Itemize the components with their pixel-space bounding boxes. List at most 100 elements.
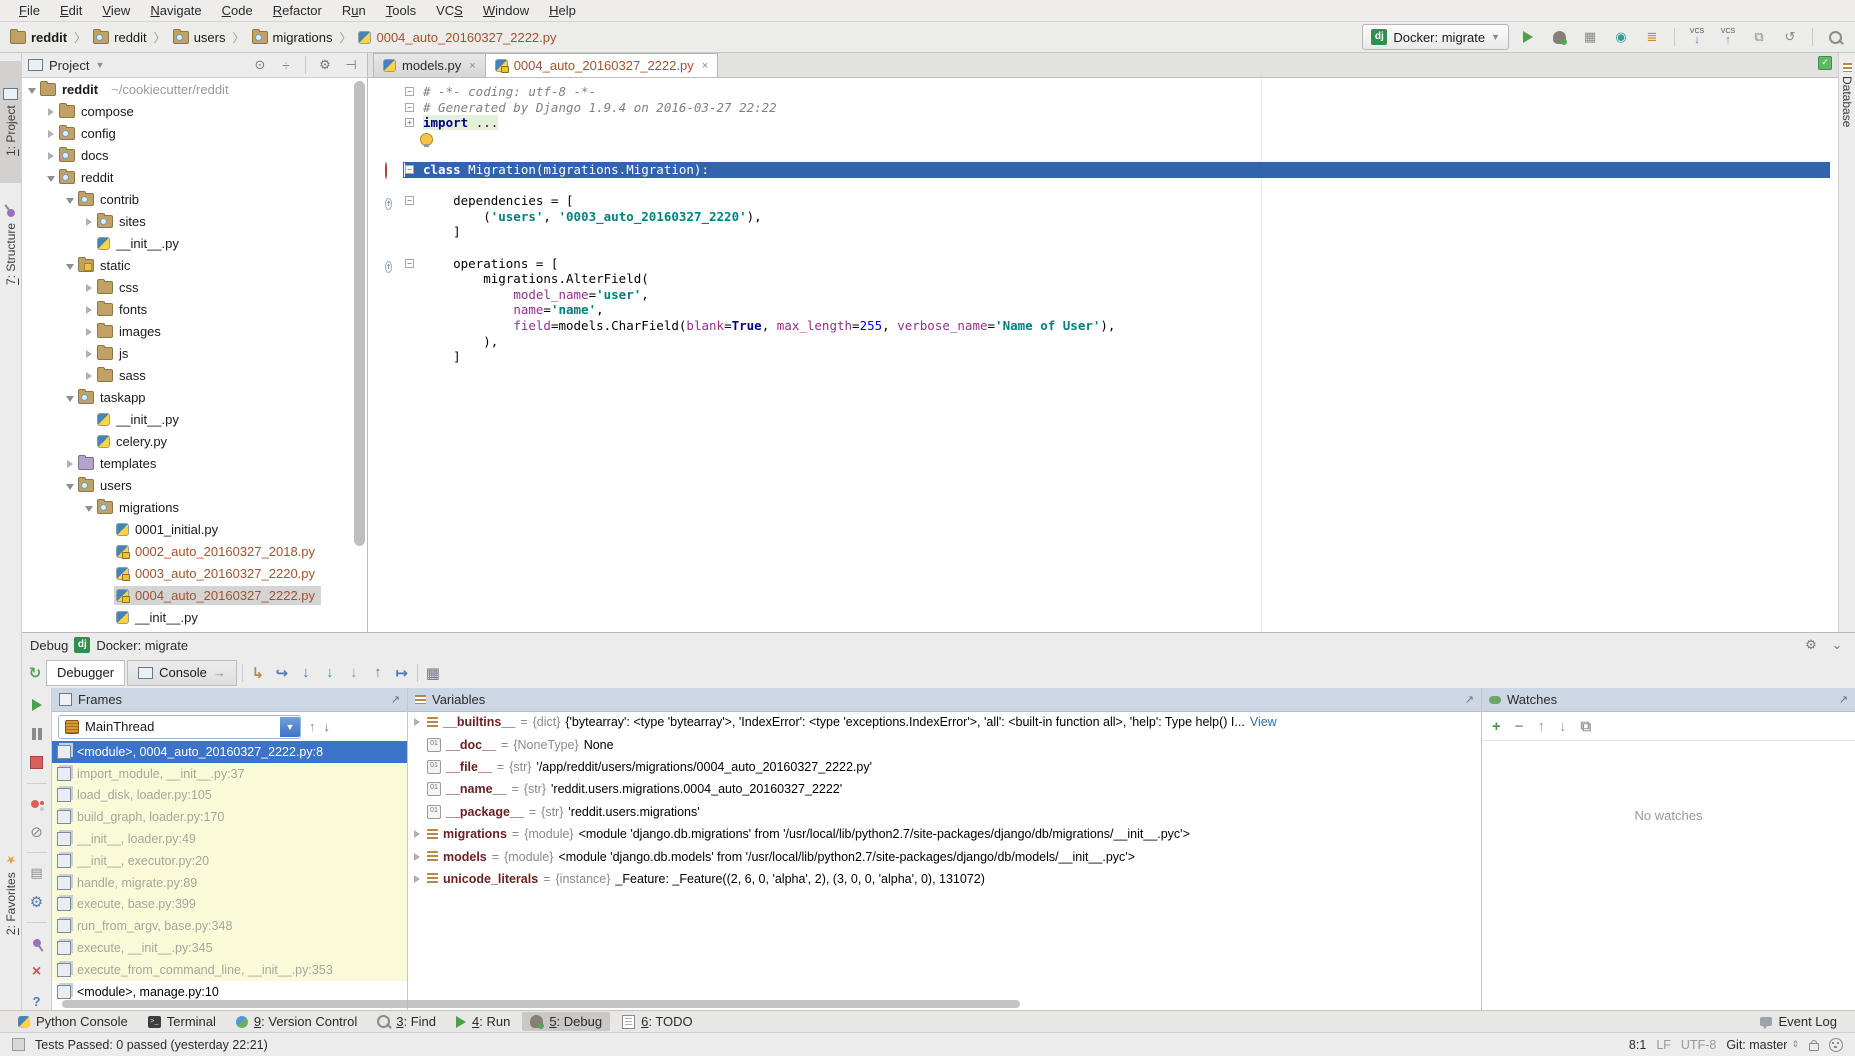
search-everywhere-icon[interactable] (1823, 26, 1847, 48)
tool-window-tab-favorites[interactable]: 2: Favorites★ (0, 823, 22, 965)
settings-icon[interactable]: ⚙ (28, 893, 46, 911)
push-icon[interactable]: ⧉ (1747, 26, 1771, 48)
float-panel-icon[interactable]: ↗ (1839, 693, 1848, 706)
pin-icon[interactable] (28, 934, 46, 952)
tree-row[interactable]: compose (22, 100, 353, 122)
close-tab-icon[interactable]: × (702, 60, 708, 72)
fold-marker-icon[interactable]: − (405, 196, 414, 205)
tree-row[interactable]: 0003_auto_20160327_2220.py (22, 562, 353, 584)
collapsed-arrow-icon[interactable] (86, 328, 92, 336)
tree-row[interactable]: reddit~/cookiecutter/reddit (22, 78, 353, 100)
collapsed-arrow-icon[interactable] (48, 108, 54, 116)
chevron-down-icon[interactable]: ▼ (95, 60, 104, 70)
toolwindow-toggle-icon[interactable] (12, 1038, 25, 1051)
close-icon[interactable]: × (28, 963, 46, 981)
frame-row[interactable]: <module>, manage.py:10 (52, 981, 407, 1000)
highlighting-level-icon[interactable] (1829, 1038, 1843, 1052)
frame-row[interactable]: execute, base.py:399 (52, 894, 407, 916)
code-line[interactable] (368, 178, 1838, 194)
step-into-my-code-icon[interactable]: ↓ (318, 661, 342, 685)
git-branch-indicator[interactable]: Git: master⇕ (1726, 1038, 1799, 1052)
fold-marker-icon[interactable]: − (405, 259, 414, 268)
tree-row[interactable]: celery.py (22, 430, 353, 452)
tree-row[interactable]: 0001_initial.py (22, 518, 353, 540)
collapsed-arrow-icon[interactable] (86, 284, 92, 292)
menu-item-edit[interactable]: Edit (51, 1, 91, 20)
fold-marker-icon[interactable]: − (405, 87, 414, 96)
pause-icon[interactable] (28, 725, 46, 743)
toolwindow-button-6-todo[interactable]: 6: TODO (614, 1012, 701, 1031)
resume-icon[interactable] (28, 696, 46, 714)
show-execution-point-icon[interactable]: ↳ (246, 661, 270, 685)
frame-row[interactable]: __init__, executor.py:20 (52, 850, 407, 872)
tree-row[interactable]: taskapp (22, 386, 353, 408)
tree-row[interactable]: js (22, 342, 353, 364)
menu-item-refactor[interactable]: Refactor (264, 1, 331, 20)
code-line[interactable]: ↑− operations = [ (368, 256, 1838, 272)
frame-row[interactable]: build_graph, loader.py:170 (52, 806, 407, 828)
frame-row[interactable]: execute, __init__.py:345 (52, 937, 407, 959)
expanded-arrow-icon[interactable] (85, 506, 93, 512)
code-line[interactable]: migrations.AlterField( (368, 271, 1838, 287)
menu-item-view[interactable]: View (93, 1, 139, 20)
expand-arrow-icon[interactable] (414, 875, 420, 883)
menu-item-tools[interactable]: Tools (377, 1, 425, 20)
step-into-icon[interactable]: ↓ (294, 661, 318, 685)
frame-row[interactable]: <module>, 0004_auto_20160327_2222.py:8 (52, 741, 407, 763)
duplicate-icon[interactable]: ⧉ (1581, 718, 1592, 735)
tree-row[interactable]: __init__.py (22, 232, 353, 254)
editor-tab[interactable]: models.py× (373, 53, 486, 77)
restore-layout-icon[interactable]: ▤ (28, 864, 46, 882)
tree-row[interactable]: 0004_auto_20160327_2222.py (22, 584, 353, 606)
lock-icon[interactable] (1809, 1043, 1819, 1051)
breadcrumb-item[interactable]: reddit (91, 29, 149, 46)
toolwindow-button-python-console[interactable]: Python Console (10, 1012, 136, 1031)
code-line[interactable]: ] (368, 349, 1838, 365)
tree-row[interactable]: migrations (22, 496, 353, 518)
collapsed-arrow-icon[interactable] (48, 152, 54, 160)
menu-item-help[interactable]: Help (540, 1, 585, 20)
intention-bulb-icon[interactable] (420, 133, 433, 146)
code-line[interactable]: field=models.CharField(blank=True, max_l… (368, 318, 1838, 334)
frame-row[interactable]: handle, migrate.py:89 (52, 872, 407, 894)
frame-row[interactable]: import_module, __init__.py:37 (52, 763, 407, 785)
breadcrumb-item[interactable]: migrations (250, 29, 335, 46)
expand-arrow-icon[interactable] (414, 830, 420, 838)
help-icon[interactable]: ? (28, 992, 46, 1010)
collapsed-arrow-icon[interactable] (48, 130, 54, 138)
code-line[interactable]: model_name='user', (368, 287, 1838, 303)
breadcrumb-item[interactable]: 0004_auto_20160327_2222.py (356, 29, 558, 46)
variable-row[interactable]: unicode_literals={instance}_Feature: _Fe… (408, 868, 1481, 890)
tree-row[interactable]: css (22, 276, 353, 298)
expanded-arrow-icon[interactable] (28, 88, 36, 94)
tree-row[interactable]: config (22, 122, 353, 144)
code-line[interactable]: ↑− dependencies = [ (368, 193, 1838, 209)
tree-row[interactable]: images (22, 320, 353, 342)
collapsed-arrow-icon[interactable] (67, 460, 73, 468)
next-frame-icon[interactable]: ↓ (324, 719, 331, 734)
caret-position[interactable]: 8:1 (1629, 1038, 1646, 1052)
tree-row[interactable]: static (22, 254, 353, 276)
editor-tab[interactable]: 0004_auto_20160327_2222.py× (485, 53, 718, 77)
toolwindow-button-terminal[interactable]: >_Terminal (140, 1012, 224, 1031)
code-line[interactable]: ('users', '0003_auto_20160327_2220'), (368, 209, 1838, 225)
line-ending-indicator[interactable]: LF (1656, 1038, 1671, 1052)
menu-item-run[interactable]: Run (333, 1, 375, 20)
previous-frame-icon[interactable]: ↑ (309, 719, 316, 734)
hide-panel-icon[interactable]: ⊣ (341, 57, 361, 73)
code-line[interactable]: ] (368, 224, 1838, 240)
toolwindow-button-3-find[interactable]: 3: Find (369, 1012, 444, 1031)
variable-row[interactable]: 01__package__={str}'reddit.users.migrati… (408, 801, 1481, 823)
variable-row[interactable]: 01__file__={str}'/app/reddit/users/migra… (408, 756, 1481, 778)
tree-row[interactable]: __init__.py (22, 408, 353, 430)
tree-row[interactable]: contrib (22, 188, 353, 210)
code-line[interactable] (368, 146, 1838, 162)
changes-icon[interactable]: ≣ (1640, 26, 1664, 48)
tree-row[interactable]: sass (22, 364, 353, 386)
gear-icon[interactable]: ⚙ (315, 57, 335, 73)
tool-window-tab-project[interactable]: 1: Project (0, 61, 22, 183)
frame-row[interactable]: __init__, loader.py:49 (52, 828, 407, 850)
vcs-update-icon[interactable]: VCS↓ (1685, 26, 1709, 48)
fold-marker-icon[interactable]: − (405, 103, 414, 112)
breadcrumb-item[interactable]: users (171, 29, 228, 46)
